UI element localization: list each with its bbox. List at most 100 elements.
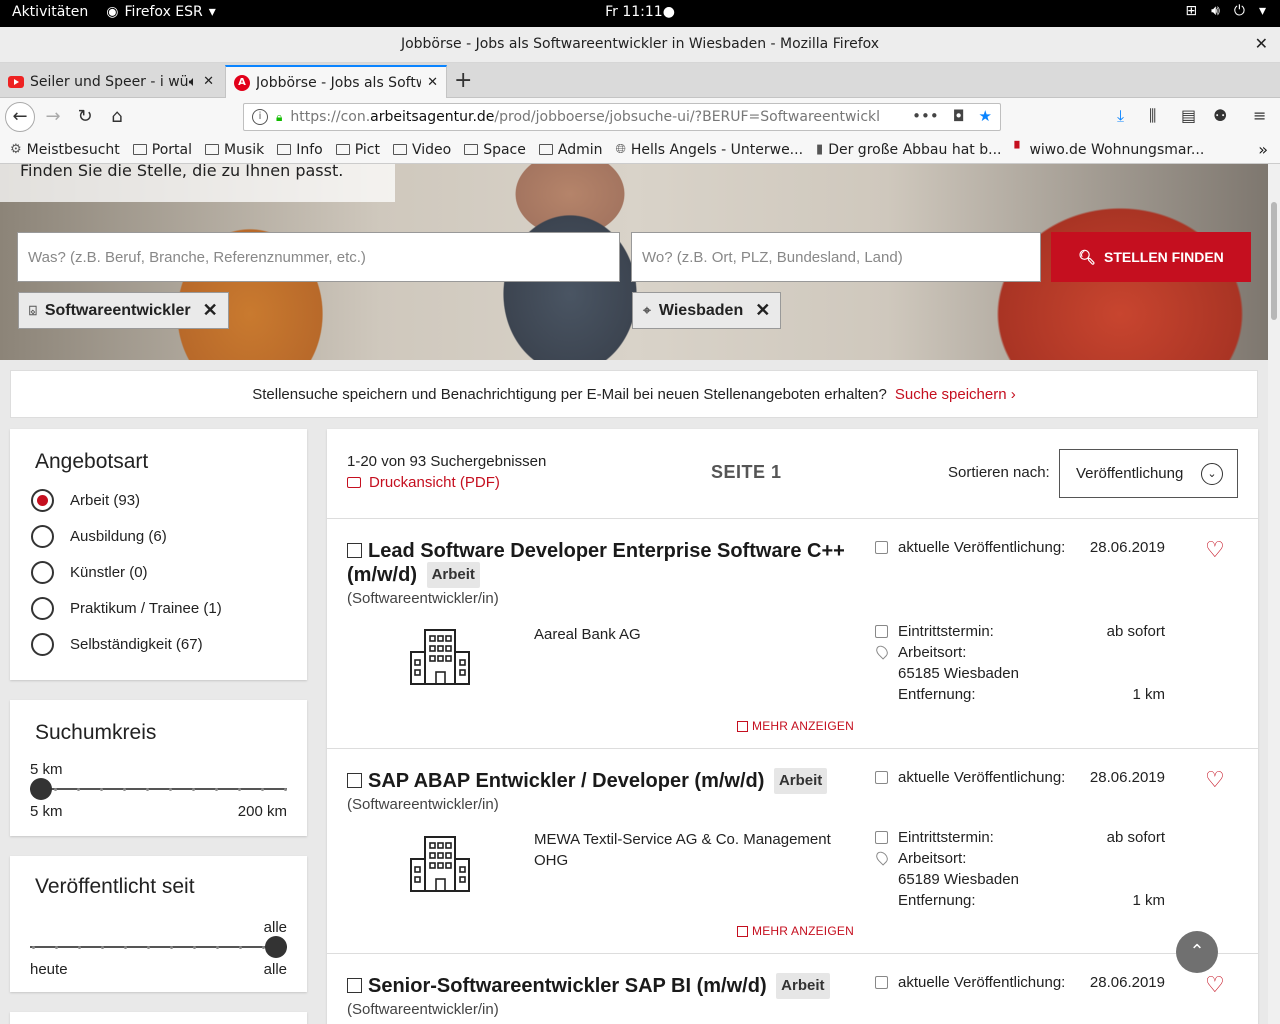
hero-subtitle: Finden Sie die Stelle, die zu Ihnen pass… (0, 164, 395, 202)
radio-button[interactable] (31, 489, 54, 512)
globe-icon: 🌐︎ (615, 142, 626, 157)
lock-icon[interactable]: 🔒︎ (276, 110, 282, 125)
system-tray[interactable]: ⊞ 🔊︎ ⏻ ▾ (1185, 3, 1266, 19)
close-tab-icon[interactable]: ✕ (203, 74, 214, 89)
bookmark-der-grosse-abbau[interactable]: ▮ Der große Abbau hat b... (816, 142, 1001, 158)
app-menu[interactable]: ◉ Firefox ESR ▾ (106, 4, 216, 20)
radio-button[interactable] (31, 561, 54, 584)
find-jobs-button[interactable]: 🔍︎ STELLEN FINDEN (1051, 232, 1251, 282)
home-icon[interactable]: ⌂ (104, 104, 130, 130)
save-search-banner: Stellensuche speichern und Benachrichtig… (10, 370, 1258, 418)
bookmark-meistbesucht[interactable]: ⚙ Meistbesucht (10, 142, 120, 158)
job-title-link[interactable]: SAP ABAP Entwickler / Developer (m/w/d) … (347, 768, 867, 796)
radio-button[interactable] (31, 525, 54, 548)
library-icon[interactable]: ⫼ (1149, 106, 1156, 126)
window-title: Jobbörse - Jobs als Softwareentwickler i… (400, 36, 880, 52)
show-more-link[interactable]: MEHR ANZEIGEN (737, 924, 854, 938)
filter-suchumkreis: Suchumkreis 5 km 5 km 200 km (10, 700, 307, 836)
sidebar-icon[interactable]: ▤ (1181, 106, 1196, 125)
activities-button[interactable]: Aktivitäten (12, 4, 88, 20)
system-top-bar: Aktivitäten ◉ Firefox ESR ▾ Fr 11:11● ⊞ … (0, 0, 1280, 27)
extension-icon[interactable]: ⚉ (1213, 106, 1227, 125)
url-bar[interactable]: i 🔒︎ https://con.arbeitsagentur.de/prod/… (243, 103, 1001, 131)
what-search-input[interactable] (17, 232, 620, 282)
close-tab-icon[interactable]: ✕ (427, 75, 438, 90)
info-icon[interactable]: i (252, 109, 268, 125)
more-bookmarks-icon[interactable]: » (1258, 140, 1268, 159)
youtube-icon (8, 75, 24, 88)
volume-icon: 🔊︎ (1211, 3, 1220, 19)
page-indicator: SEITE 1 (711, 462, 782, 482)
job-occupation: (Softwareentwickler/in) (347, 1001, 499, 1018)
briefcase-icon: ⌺ (29, 302, 37, 318)
page-scrollbar[interactable] (1268, 164, 1280, 1024)
page-actions-icon[interactable]: ••• (912, 107, 939, 125)
favorite-heart-icon[interactable]: ♡ (1205, 972, 1225, 998)
sort-select[interactable]: Veröffentlichung ⌄ (1059, 449, 1238, 498)
building-icon (410, 629, 470, 685)
radio-selbstaendigkeit[interactable]: Selbständigkeit (67) (31, 633, 203, 656)
close-window-icon[interactable]: ✕ (1255, 34, 1268, 53)
pocket-icon[interactable]: ◘ (953, 107, 965, 125)
print-pdf-link[interactable]: Druckansicht (PDF) (347, 474, 500, 491)
bookmark-star-icon[interactable]: ★ (979, 107, 992, 125)
company-name: Aareal Bank AG (534, 626, 641, 643)
page-icon: ▮ (816, 142, 824, 157)
external-link-icon (347, 773, 362, 788)
radio-arbeit[interactable]: Arbeit (93) (31, 489, 140, 512)
panel-title: Veröffentlicht seit (35, 875, 195, 898)
location-pin-icon (873, 643, 891, 660)
job-occupation: (Softwareentwickler/in) (347, 796, 499, 813)
forward-icon[interactable]: → (40, 104, 66, 130)
date-slider-handle[interactable] (265, 936, 287, 958)
bookmark-space[interactable]: Space (464, 142, 526, 158)
url-text[interactable]: https://con.arbeitsagentur.de/prod/jobbo… (290, 109, 880, 125)
download-icon[interactable]: ⤓ (1117, 106, 1124, 126)
scroll-to-top-button[interactable]: ⌃ (1176, 931, 1218, 973)
radio-praktikum[interactable]: Praktikum / Trainee (1) (31, 597, 222, 620)
hamburger-menu-icon[interactable]: ≡ (1253, 106, 1266, 125)
tab-youtube[interactable]: Seiler und Speer - i wü 🔈︎ ✕ (0, 65, 222, 98)
bookmark-hells-angels[interactable]: 🌐︎ Hells Angels - Unterwe... (615, 142, 803, 158)
clock[interactable]: Fr 11:11 (605, 4, 663, 20)
company-name: MEWA Textil-Service AG & Co. Management … (534, 831, 831, 869)
bookmark-portal[interactable]: Portal (132, 142, 192, 158)
bookmarks-toolbar: ⚙ Meistbesucht Portal Musik Info Pict Vid… (0, 136, 1280, 164)
bookmark-info[interactable]: Info (277, 142, 323, 158)
remove-chip-icon[interactable]: ✕ (755, 300, 770, 321)
external-link-icon (737, 925, 748, 937)
favorite-heart-icon[interactable]: ♡ (1205, 537, 1225, 563)
bookmark-admin[interactable]: Admin (538, 142, 602, 158)
radio-ausbildung[interactable]: Ausbildung (6) (31, 525, 167, 548)
window-titlebar: Jobbörse - Jobs als Softwareentwickler i… (0, 27, 1280, 63)
remove-chip-icon[interactable]: ✕ (203, 300, 218, 321)
favorite-heart-icon[interactable]: ♡ (1205, 767, 1225, 793)
job-title-link[interactable]: Senior-Softwareentwickler SAP BI (m/w/d)… (347, 973, 867, 1001)
back-icon[interactable]: ← (5, 102, 35, 132)
show-more-link[interactable]: MEHR ANZEIGEN (737, 719, 854, 733)
new-tab-icon[interactable]: + (454, 68, 472, 93)
external-link-icon (347, 978, 362, 993)
where-search-input[interactable] (631, 232, 1041, 282)
firefox-icon: ◉ (106, 4, 119, 20)
bookmark-video[interactable]: Video (392, 142, 451, 158)
external-link-icon (737, 720, 748, 732)
job-title-link[interactable]: Lead Software Developer Enterprise Softw… (347, 539, 847, 590)
bookmark-pict[interactable]: Pict (335, 142, 380, 158)
filter-panel-next (10, 1012, 307, 1024)
bookmark-musik[interactable]: Musik (204, 142, 264, 158)
radio-button[interactable] (31, 597, 54, 620)
reload-icon[interactable]: ↻ (72, 104, 98, 130)
filter-chip-beruf: ⌺ Softwareentwickler ✕ (18, 292, 229, 329)
tab-jobboerse[interactable]: A Jobbörse - Jobs als Softw ✕ (225, 65, 447, 98)
search-icon: 🔍︎ (1078, 248, 1096, 265)
caret-down-icon: ▾ (208, 4, 216, 20)
radio-kuenstler[interactable]: Künstler (0) (31, 561, 148, 584)
scrollbar-thumb[interactable] (1271, 202, 1277, 320)
building-icon (410, 836, 470, 892)
bookmark-wiwo[interactable]: ▘ wiwo.de Wohnungsmar... (1014, 142, 1204, 158)
speaker-icon[interactable]: 🔈︎ (189, 74, 197, 90)
radio-button[interactable] (31, 633, 54, 656)
save-search-link[interactable]: Suche speichern › (895, 386, 1016, 403)
radius-slider-handle[interactable] (30, 778, 52, 800)
